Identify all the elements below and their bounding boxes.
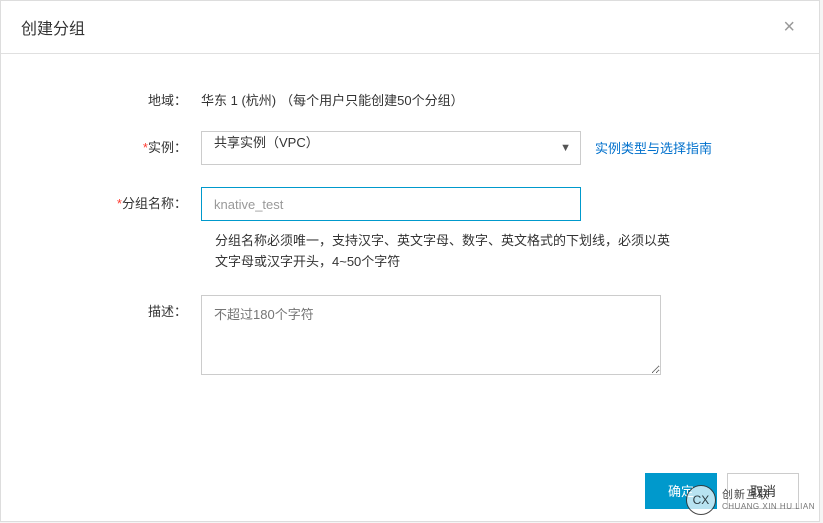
description-textarea[interactable] [201, 295, 661, 375]
confirm-button[interactable]: 确定 [645, 473, 717, 509]
instance-select-value[interactable]: 共享实例（VPC） [201, 131, 581, 165]
dialog-footer: 确定 取消 [1, 461, 819, 521]
dialog-body: 地域： 华东 1 (杭州) （每个用户只能创建50个分组） *实例： 共享实例（… [1, 54, 819, 461]
instance-label-text: 实例： [148, 140, 187, 155]
instance-row: *实例： 共享实例（VPC） ▼ 实例类型与选择指南 [21, 131, 799, 165]
dialog-title: 创建分组 [21, 15, 85, 39]
instance-guide-link[interactable]: 实例类型与选择指南 [595, 131, 712, 157]
region-value: 华东 1 (杭州) [201, 84, 276, 109]
group-name-help-text: 分组名称必须唯一，支持汉字、英文字母、数字、英文格式的下划线，必须以英文字母或汉… [215, 231, 675, 273]
region-hint: （每个用户只能创建50个分组） [280, 84, 463, 109]
group-name-row: *分组名称： [21, 187, 799, 221]
region-row: 地域： 华东 1 (杭州) （每个用户只能创建50个分组） [21, 84, 799, 109]
close-icon[interactable]: × [779, 15, 799, 39]
cancel-button[interactable]: 取消 [727, 473, 799, 509]
group-name-label-text: 分组名称： [122, 196, 187, 211]
dialog-header: 创建分组 × [1, 1, 819, 54]
create-group-dialog: 创建分组 × 地域： 华东 1 (杭州) （每个用户只能创建50个分组） *实例… [0, 0, 820, 522]
instance-label: *实例： [21, 131, 201, 156]
description-label: 描述： [21, 295, 201, 320]
instance-select[interactable]: 共享实例（VPC） ▼ [201, 131, 581, 165]
description-row: 描述： [21, 295, 799, 375]
group-name-help-row: 分组名称必须唯一，支持汉字、英文字母、数字、英文格式的下划线，必须以英文字母或汉… [21, 231, 799, 273]
group-name-label: *分组名称： [21, 187, 201, 212]
group-name-input[interactable] [201, 187, 581, 221]
region-label: 地域： [21, 84, 201, 109]
